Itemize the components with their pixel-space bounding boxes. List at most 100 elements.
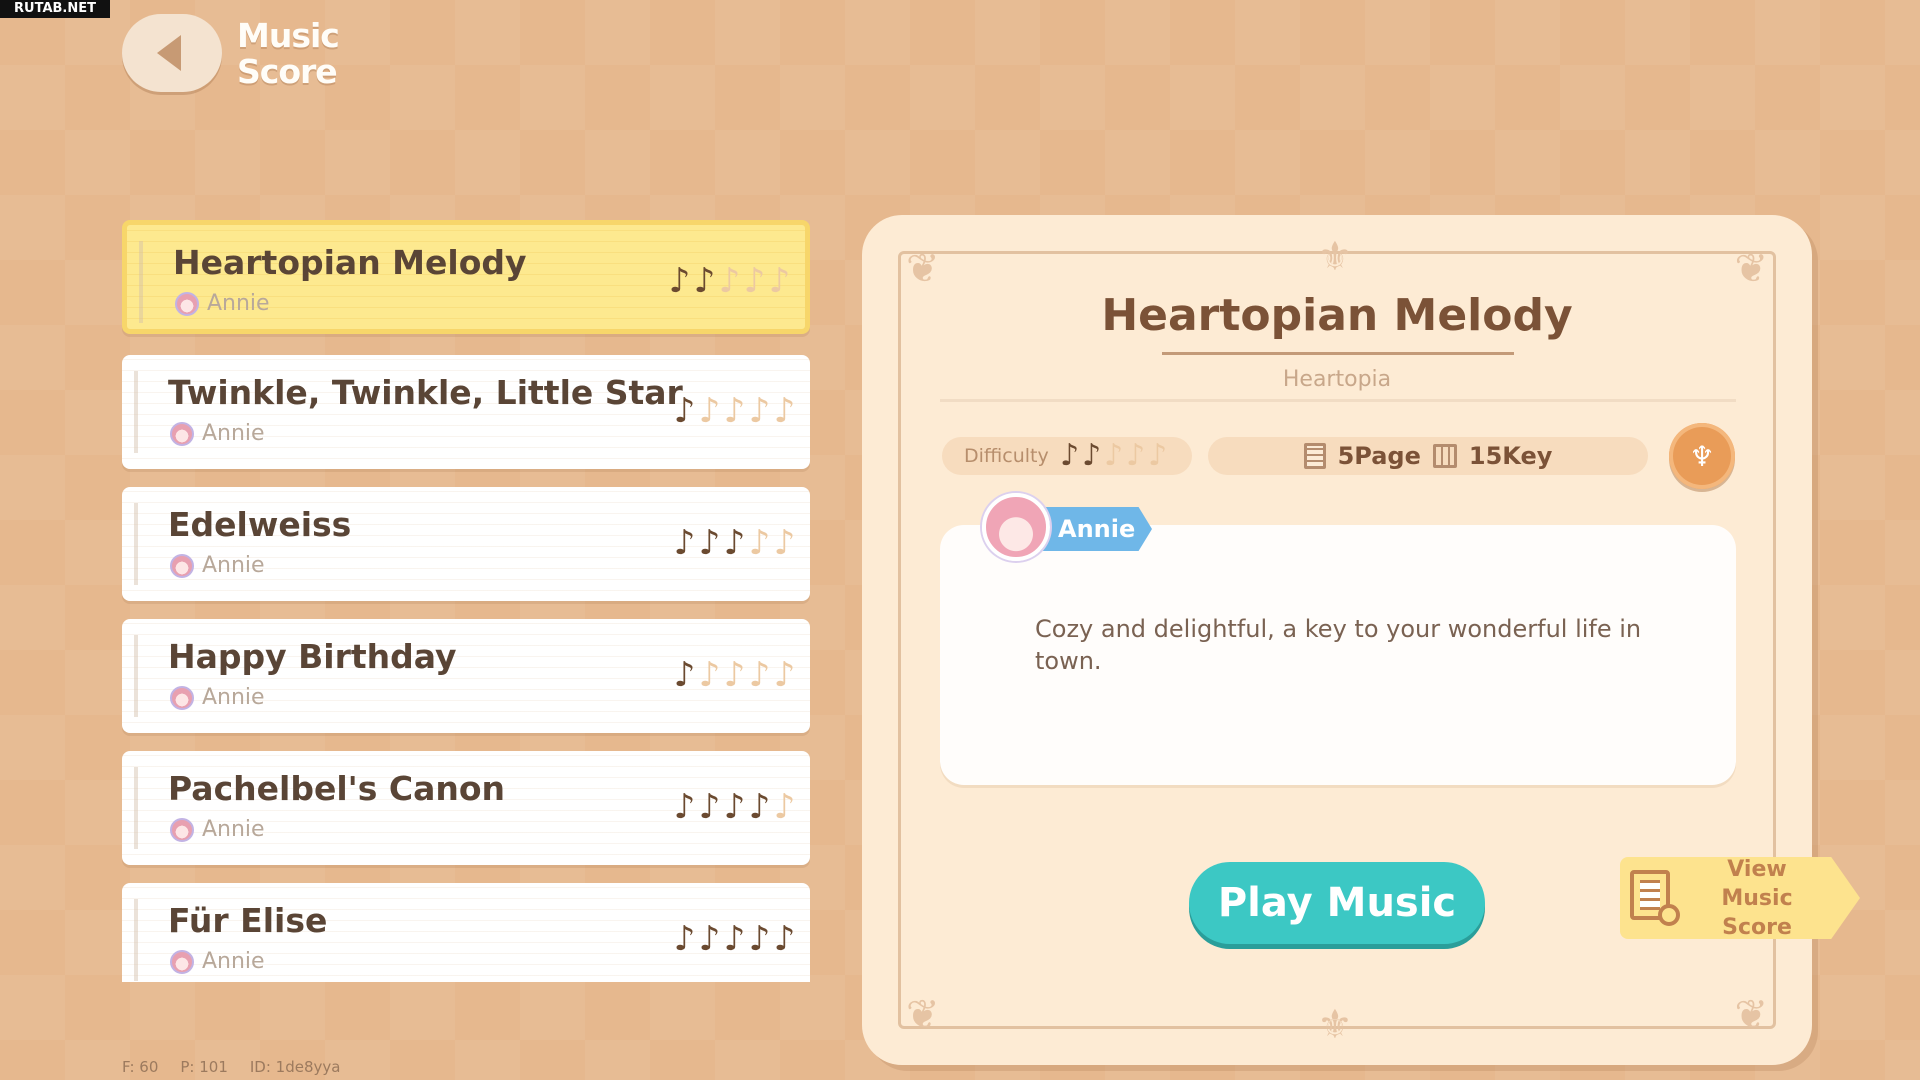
screen-title: Music Score xyxy=(237,16,340,91)
music-note-icon: ♪ xyxy=(748,655,771,695)
song-composer: Annie xyxy=(170,421,265,446)
difficulty-notes: ♪ ♪ ♪ ♪ ♪ xyxy=(673,781,796,833)
composer-avatar-icon xyxy=(170,553,194,578)
watermark: RUTAB.NET xyxy=(0,0,110,18)
song-list[interactable]: Heartopian Melody Annie ♪ ♪ ♪ ♪ ♪ Twinkle, Twin… xyxy=(122,220,810,982)
lyre-button[interactable]: ♆ xyxy=(1669,423,1735,489)
music-note-icon: ♪ xyxy=(673,787,696,827)
difficulty-notes: ♪ ♪ ♪ ♪ ♪ xyxy=(1059,437,1169,475)
composer-avatar-icon xyxy=(170,421,194,446)
piano-key-icon xyxy=(1432,444,1457,468)
song-row[interactable]: Pachelbel's Canon Annie ♪ ♪ ♪ ♪ ♪ xyxy=(122,751,810,865)
back-button[interactable] xyxy=(122,14,222,92)
composer-avatar-icon xyxy=(170,817,194,842)
music-note-icon: ♪ xyxy=(673,655,696,695)
page-icon xyxy=(1303,443,1326,469)
song-name: Twinkle, Twinkle, Little Star xyxy=(168,373,683,412)
session-id: ID: 1de8yya xyxy=(249,1058,341,1076)
music-note-icon: ♪ xyxy=(773,391,796,431)
music-note-icon: ♪ xyxy=(773,655,796,695)
difficulty-pill: Difficulty ♪ ♪ ♪ ♪ ♪ xyxy=(942,437,1192,475)
fps-readout: F: 60 xyxy=(122,1058,159,1076)
music-note-icon: ♪ xyxy=(773,919,796,959)
song-row[interactable]: Heartopian Melody Annie ♪ ♪ ♪ ♪ ♪ xyxy=(122,220,810,334)
composer-name: Annie xyxy=(207,291,270,316)
song-composer: Annie xyxy=(170,949,265,974)
composer-avatar-icon xyxy=(170,949,194,974)
music-note-icon: ♪ xyxy=(698,391,721,431)
music-note-icon: ♪ xyxy=(673,391,696,431)
music-note-icon: ♪ xyxy=(668,261,691,301)
composer-name: Annie xyxy=(202,421,265,446)
description-box: Cozy and delightful, a key to your wonde… xyxy=(940,525,1736,785)
music-note-icon: ♪ xyxy=(718,261,741,301)
score-info-pill: 5Page 15Key xyxy=(1208,437,1648,475)
composer-name: Annie xyxy=(202,685,265,710)
bottom-ornament-icon: ⚜ xyxy=(1317,1002,1353,1048)
music-note-icon: ♪ xyxy=(698,523,721,563)
song-row[interactable]: Twinkle, Twinkle, Little Star Annie ♪ ♪ ♪ ♪ ♪ xyxy=(122,355,810,469)
view-score-label: View Music Score xyxy=(1721,856,1793,940)
music-note-icon: ♪ xyxy=(673,919,696,959)
composer-name: Annie xyxy=(202,949,265,974)
debug-info: F: 60 P: 101 ID: 1de8yya xyxy=(122,1058,340,1076)
song-composer: Annie xyxy=(170,553,265,578)
music-note-icon: ♪ xyxy=(743,261,766,301)
music-note-icon: ♪ xyxy=(698,655,721,695)
ping-readout: P: 101 xyxy=(180,1058,228,1076)
music-note-icon: ♪ xyxy=(723,787,746,827)
song-row[interactable]: Happy Birthday Annie ♪ ♪ ♪ ♪ ♪ xyxy=(122,619,810,733)
song-name: Pachelbel's Canon xyxy=(168,769,506,808)
music-note-icon: ♪ xyxy=(698,787,721,827)
song-composer: Annie xyxy=(170,817,265,842)
music-note-icon: ♪ xyxy=(698,919,721,959)
difficulty-notes: ♪ ♪ ♪ ♪ ♪ xyxy=(668,255,791,307)
song-row[interactable]: Edelweiss Annie ♪ ♪ ♪ ♪ ♪ xyxy=(122,487,810,601)
screen-title-line2: Score xyxy=(237,52,338,91)
difficulty-label: Difficulty xyxy=(964,445,1049,467)
music-note-icon: ♪ xyxy=(748,523,771,563)
detail-title: Heartopian Melody xyxy=(1101,290,1573,341)
song-composer: Annie xyxy=(170,685,265,710)
music-note-icon: ♪ xyxy=(1104,438,1124,473)
music-note-icon: ♪ xyxy=(1082,438,1102,473)
author-avatar xyxy=(982,493,1050,561)
music-note-icon: ♪ xyxy=(723,391,746,431)
composer-avatar-icon xyxy=(175,291,199,316)
screen-title-line1: Music xyxy=(237,16,340,55)
song-row[interactable]: Für Elise Annie ♪ ♪ ♪ ♪ ♪ xyxy=(122,883,810,982)
difficulty-notes: ♪ ♪ ♪ ♪ ♪ xyxy=(673,517,796,569)
music-note-icon: ♪ xyxy=(723,919,746,959)
composer-name: Annie xyxy=(202,817,265,842)
corner-leaf-icon: ❦ xyxy=(1734,992,1768,1038)
top-ornament-icon: ⚜ xyxy=(1317,234,1353,280)
lyre-icon: ♆ xyxy=(1689,439,1715,473)
corner-leaf-icon: ❦ xyxy=(906,246,940,292)
corner-leaf-icon: ❦ xyxy=(1734,246,1768,292)
music-note-icon: ♪ xyxy=(1148,438,1168,473)
page-count: 5Page xyxy=(1337,442,1421,470)
back-arrow-icon xyxy=(157,35,181,71)
music-note-icon: ♪ xyxy=(773,787,796,827)
composer-avatar-icon xyxy=(170,685,194,710)
difficulty-notes: ♪ ♪ ♪ ♪ ♪ xyxy=(673,649,796,701)
detail-panel: ❦ ❦ ❦ ❦ ⚜ ⚜ Heartopian Melody Heartopia … xyxy=(862,215,1860,1065)
music-note-icon: ♪ xyxy=(673,523,696,563)
song-name: Für Elise xyxy=(168,901,328,940)
song-name: Happy Birthday xyxy=(168,637,457,676)
row-accent xyxy=(134,635,138,717)
song-name: Heartopian Melody xyxy=(173,243,527,282)
author-tag: Annie xyxy=(1040,507,1152,551)
key-count: 15Key xyxy=(1468,442,1553,470)
row-accent xyxy=(134,503,138,585)
row-accent xyxy=(134,371,138,453)
row-accent xyxy=(134,767,138,849)
music-note-icon: ♪ xyxy=(748,919,771,959)
composer-name: Annie xyxy=(202,553,265,578)
row-accent xyxy=(139,241,143,323)
view-music-score-button[interactable]: View Music Score xyxy=(1620,857,1860,939)
divider xyxy=(940,399,1736,402)
corner-leaf-icon: ❦ xyxy=(906,992,940,1038)
play-music-button[interactable]: Play Music xyxy=(1189,862,1485,944)
music-note-icon: ♪ xyxy=(723,655,746,695)
